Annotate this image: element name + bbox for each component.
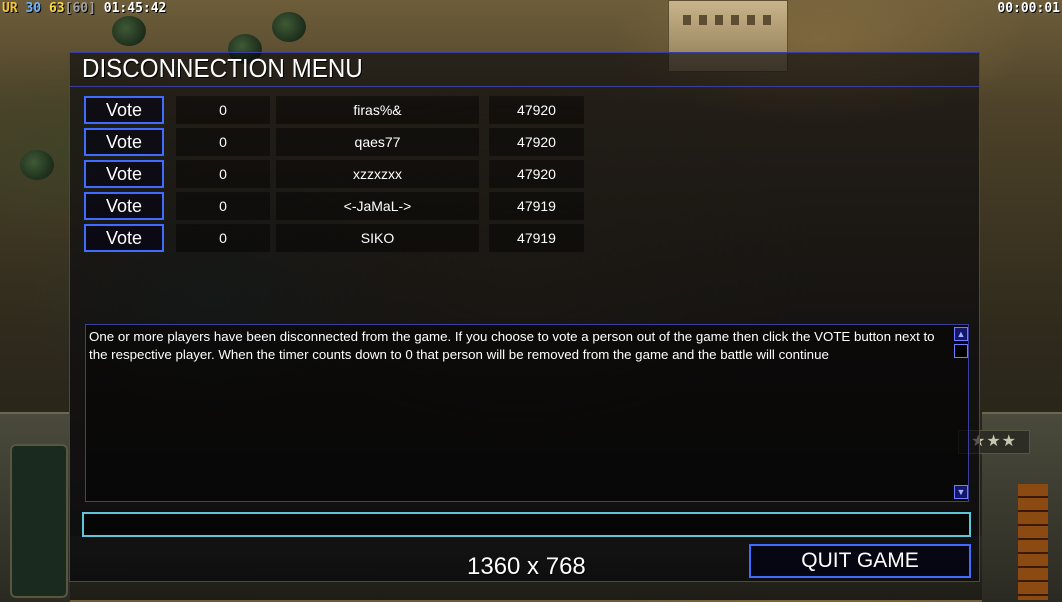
scene-tree	[272, 12, 306, 42]
panel-title: DISCONNECTION MENU	[82, 53, 363, 83]
status-value-a: 30	[25, 1, 42, 16]
player-ping: 47919	[489, 224, 584, 252]
vote-button[interactable]: Vote	[84, 96, 164, 124]
player-ping: 47920	[489, 160, 584, 188]
vote-button[interactable]: Vote	[84, 160, 164, 188]
scene-tree	[112, 16, 146, 46]
title-divider	[70, 86, 979, 87]
quit-game-button[interactable]: QUIT GAME	[749, 544, 971, 578]
player-votes: 0	[176, 128, 270, 156]
player-votes: 0	[176, 192, 270, 220]
player-name: firas%&	[276, 96, 479, 124]
message-box: One or more players have been disconnect…	[85, 324, 969, 502]
status-clock: 01:45:42	[103, 1, 167, 16]
vote-button[interactable]: Vote	[84, 224, 164, 252]
player-ping: 47919	[489, 192, 584, 220]
game-timer: 00:00:01	[997, 1, 1060, 16]
player-name: qaes77	[276, 128, 479, 156]
player-votes: 0	[176, 96, 270, 124]
player-name: xzzxzxx	[276, 160, 479, 188]
player-ping: 47920	[489, 96, 584, 124]
status-prefix: UR	[2, 1, 18, 16]
player-ping: 47920	[489, 128, 584, 156]
scroll-thumb[interactable]	[954, 344, 968, 358]
chat-input[interactable]	[82, 512, 971, 537]
player-votes: 0	[176, 224, 270, 252]
scroll-down-icon[interactable]: ▼	[954, 485, 968, 499]
disconnection-menu-panel: DISCONNECTION MENU Vote 0 firas%& 47920 …	[69, 52, 980, 582]
status-bar-left: UR 30 63[60] 01:45:42	[2, 1, 166, 16]
status-value-cap: [60]	[64, 1, 96, 16]
vote-button[interactable]: Vote	[84, 128, 164, 156]
scene-tree	[20, 150, 54, 180]
scroll-up-icon[interactable]: ▲	[954, 327, 968, 341]
hud-left-panel	[0, 412, 70, 602]
resolution-label: 1360 x 768	[467, 553, 586, 580]
player-votes: 0	[176, 160, 270, 188]
vote-button[interactable]: Vote	[84, 192, 164, 220]
message-scrollbar[interactable]: ▲ ▼	[953, 325, 969, 501]
disconnect-message: One or more players have been disconnect…	[89, 329, 935, 362]
player-name: <-JaMaL->	[276, 192, 479, 220]
status-value-b: 63	[48, 1, 65, 16]
player-name: SIKO	[276, 224, 479, 252]
